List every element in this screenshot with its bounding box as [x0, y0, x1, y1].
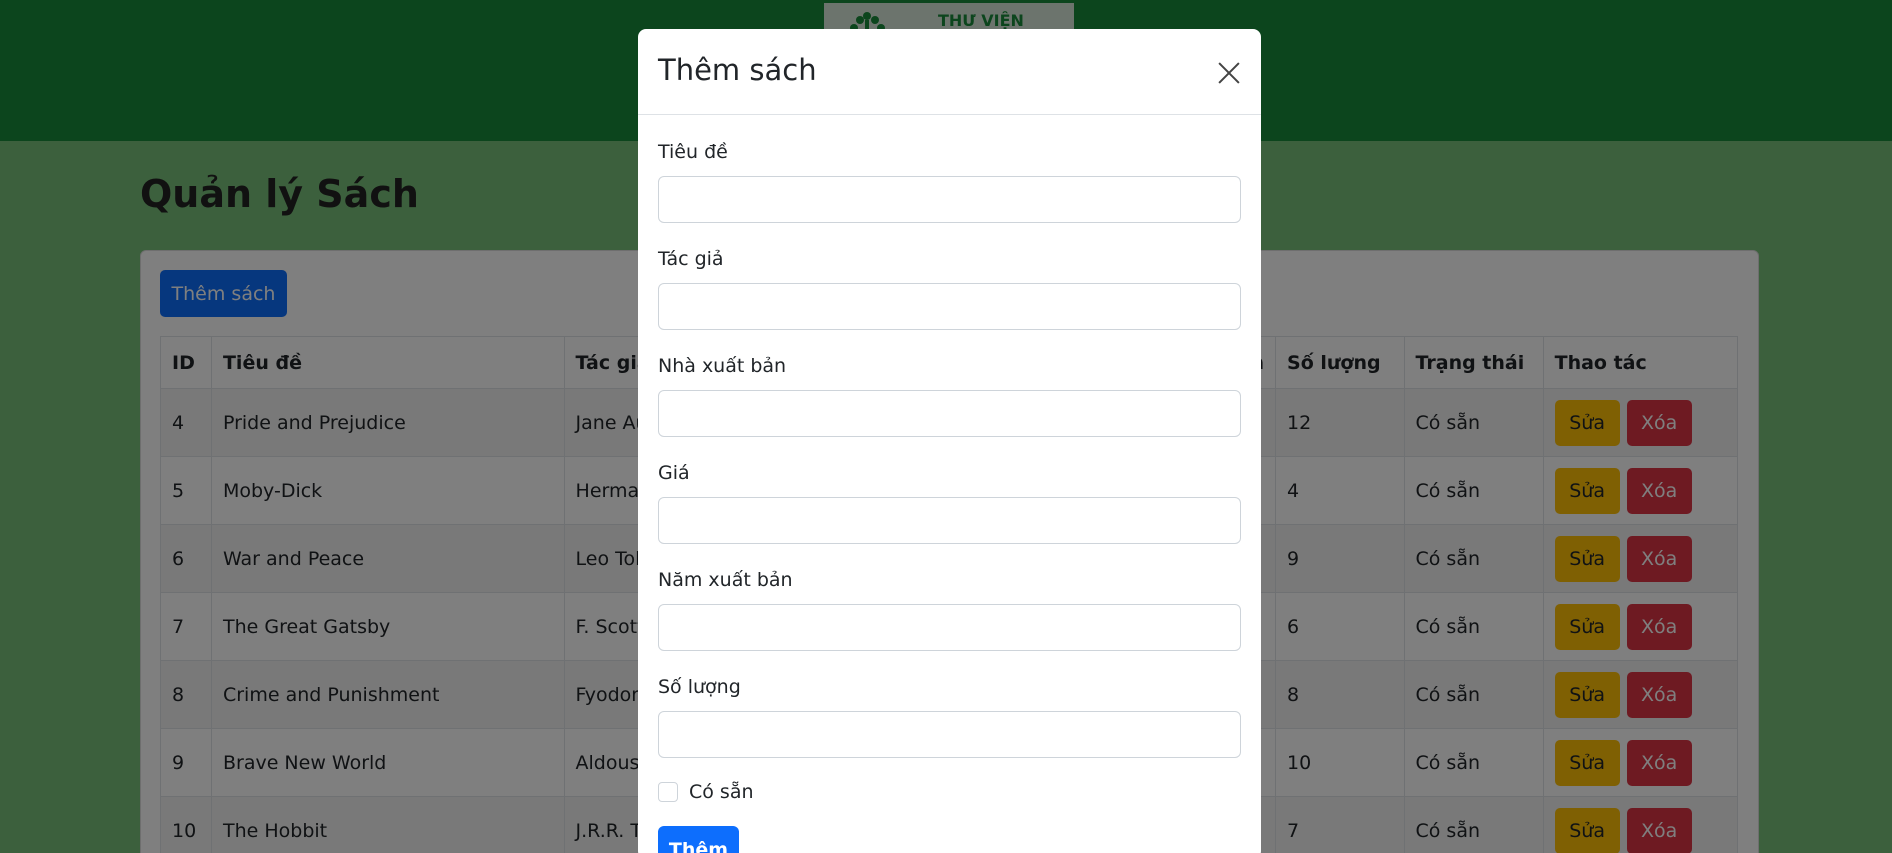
- year-label: Năm xuất bản: [658, 569, 793, 591]
- author-field-group: Tác giả: [658, 248, 1241, 330]
- author-label: Tác giả: [658, 248, 724, 270]
- price-label: Giá: [658, 462, 690, 484]
- publisher-label: Nhà xuất bản: [658, 355, 787, 377]
- price-field-group: Giá: [658, 462, 1241, 544]
- close-icon[interactable]: [1211, 55, 1247, 91]
- quantity-input[interactable]: [658, 711, 1241, 758]
- available-checkbox-row: Có sẵn: [658, 781, 754, 803]
- add-book-modal: Thêm sách Tiêu đề Tác giả Nhà xuất bản G…: [638, 29, 1261, 853]
- modal-header: Thêm sách: [638, 29, 1261, 115]
- author-input[interactable]: [658, 283, 1241, 330]
- available-checkbox[interactable]: [658, 782, 678, 802]
- publisher-field-group: Nhà xuất bản: [658, 355, 1241, 437]
- quantity-label: Số lượng: [658, 676, 741, 698]
- title-label: Tiêu đề: [658, 141, 728, 163]
- title-field-group: Tiêu đề: [658, 141, 1241, 223]
- year-input[interactable]: [658, 604, 1241, 651]
- submit-add-button[interactable]: Thêm: [658, 826, 739, 853]
- price-input[interactable]: [658, 497, 1241, 544]
- publisher-input[interactable]: [658, 390, 1241, 437]
- year-field-group: Năm xuất bản: [658, 569, 1241, 651]
- modal-title: Thêm sách: [658, 53, 817, 87]
- quantity-field-group: Số lượng: [658, 676, 1241, 758]
- available-checkbox-label: Có sẵn: [689, 781, 754, 803]
- title-input[interactable]: [658, 176, 1241, 223]
